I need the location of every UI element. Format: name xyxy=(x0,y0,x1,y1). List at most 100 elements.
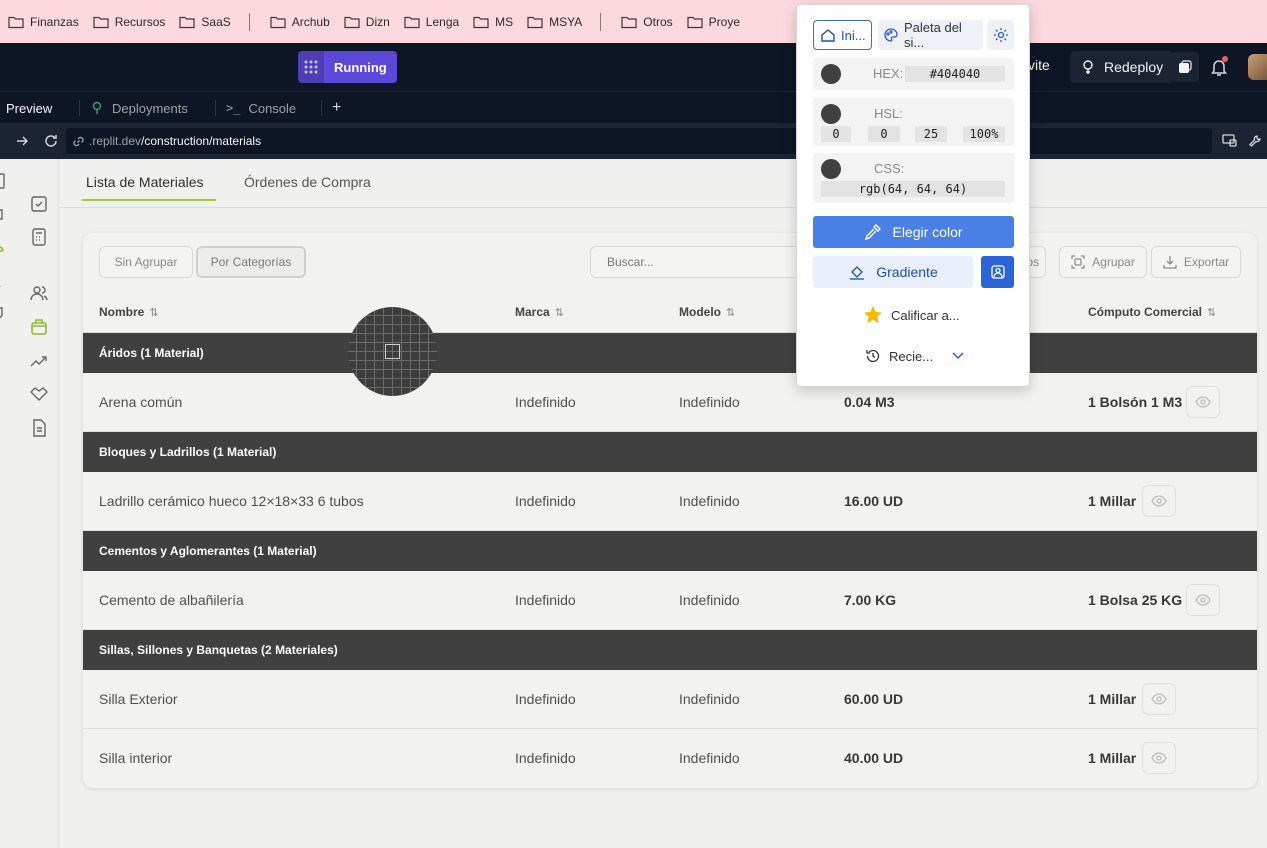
hex-label: HEX: xyxy=(873,66,904,81)
group-header: Bloques y Ladrillos (1 Material) xyxy=(83,432,1257,472)
cell-name: Arena común xyxy=(99,394,183,410)
shield-icon[interactable] xyxy=(0,304,12,324)
bookmark-folder[interactable]: Finanzas xyxy=(8,15,79,29)
calculator-icon[interactable] xyxy=(29,227,49,247)
handshake-icon[interactable] xyxy=(29,384,49,404)
view-eye-icon[interactable] xyxy=(1142,742,1176,774)
bookmark-folder[interactable]: MS xyxy=(473,15,513,29)
hsl-saturation[interactable]: 0 xyxy=(868,126,900,142)
rate-extension-label: Calificar a... xyxy=(891,307,960,323)
bookmark-folder[interactable]: SaaS xyxy=(179,15,231,29)
group-by-category-button[interactable]: Por Categorías xyxy=(196,246,306,278)
ruler-icon[interactable] xyxy=(0,271,12,291)
reload-icon[interactable] xyxy=(43,133,59,149)
picker-tab-palette-label: Paleta del si... xyxy=(904,20,962,50)
checklist-icon[interactable] xyxy=(29,194,49,214)
export-button[interactable]: Exportar xyxy=(1151,246,1241,278)
view-eye-icon[interactable] xyxy=(1142,683,1176,715)
css-value[interactable]: rgb(64, 64, 64) xyxy=(821,181,1005,197)
bookmark-folder[interactable]: Proye xyxy=(687,15,740,29)
column-header-commercial[interactable]: Cómputo Comercial ⇅ xyxy=(1088,305,1216,319)
folder-icon xyxy=(270,15,286,29)
run-status-button[interactable]: Running xyxy=(298,51,397,83)
column-header-model[interactable]: Modelo ⇅ xyxy=(679,305,735,319)
no-grouping-button[interactable]: Sin Agrupar xyxy=(99,246,193,278)
cell-quantity: 7.00 KG xyxy=(844,592,897,608)
wrench-icon[interactable] xyxy=(1248,134,1262,148)
collapse-icon[interactable] xyxy=(0,819,12,839)
sort-icon: ⇅ xyxy=(1207,306,1217,319)
column-brand-label: Marca xyxy=(515,305,550,319)
url-input[interactable]: .replit.dev/construction/materials xyxy=(66,128,1212,154)
document-icon[interactable] xyxy=(29,418,49,438)
bookmark-folder[interactable]: Recursos xyxy=(93,15,165,29)
hsl-hue[interactable]: 0 xyxy=(821,126,851,142)
folder-icon xyxy=(621,15,637,29)
star-icon xyxy=(863,305,883,325)
forward-icon[interactable] xyxy=(15,134,29,148)
cell-quantity: 60.00 UD xyxy=(844,691,904,707)
bookmark-label: Proye xyxy=(708,14,740,29)
gradient-button[interactable]: Gradiente xyxy=(813,256,973,288)
view-eye-icon[interactable] xyxy=(1186,584,1220,616)
column-header-name[interactable]: Nombre ⇅ xyxy=(99,305,159,319)
hsl-lightness[interactable]: 25 xyxy=(915,126,947,142)
search-input[interactable]: Buscar... xyxy=(590,246,810,278)
bookmark-folder[interactable]: MSYA xyxy=(527,15,582,29)
sort-icon: ⇅ xyxy=(726,306,736,319)
pick-color-button[interactable]: Elegir color xyxy=(813,216,1014,248)
users-icon[interactable] xyxy=(29,283,49,303)
cell-model: Indefinido xyxy=(679,592,740,608)
bookmark-label: MS xyxy=(495,14,514,29)
picker-tab-palette[interactable]: Paleta del si... xyxy=(878,20,983,50)
css-row: CSS: rgb(64, 64, 64) xyxy=(813,153,1014,203)
bookmark-separator xyxy=(600,12,602,31)
tab-console[interactable]: >_ Console xyxy=(216,92,322,124)
group-header: Áridos (1 Material) xyxy=(83,333,1257,373)
table-row[interactable]: Silla interior Indefinido Indefinido 40.… xyxy=(83,729,1257,788)
helmet-icon[interactable] xyxy=(0,237,12,257)
materials-box-icon[interactable] xyxy=(29,317,49,337)
settings-gear-icon[interactable] xyxy=(987,20,1014,50)
image-picker-icon[interactable] xyxy=(981,256,1014,288)
tab-materials-list[interactable]: Lista de Materiales xyxy=(86,174,204,190)
cell-commercial: 1 Bolsón 1 M3 xyxy=(1088,394,1183,410)
invite-button[interactable]: vite xyxy=(1028,57,1050,73)
group-icon xyxy=(1071,255,1085,269)
project-icon[interactable] xyxy=(0,204,12,224)
user-avatar[interactable] xyxy=(1248,54,1267,80)
tab-preview[interactable]: Preview xyxy=(6,92,80,124)
view-eye-icon[interactable] xyxy=(1142,485,1176,517)
bookmark-separator xyxy=(248,12,250,31)
picker-tab-home[interactable]: Ini... xyxy=(813,20,872,50)
table-row[interactable]: Arena común Indefinido Indefinido 0.04 M… xyxy=(83,373,1257,432)
hex-value[interactable]: #404040 xyxy=(905,66,1005,82)
window-toggle-button[interactable] xyxy=(1171,52,1199,82)
view-eye-icon[interactable] xyxy=(1186,386,1220,418)
redeploy-icon xyxy=(1080,59,1096,75)
redeploy-button[interactable]: Redeploy xyxy=(1070,51,1174,83)
bookmark-folder[interactable]: Lenga xyxy=(404,15,459,29)
trending-up-icon[interactable] xyxy=(29,351,49,371)
building-icon[interactable] xyxy=(0,171,12,191)
table-row[interactable]: Silla Exterior Indefinido Indefinido 60.… xyxy=(83,670,1257,729)
new-tab-button[interactable]: + xyxy=(332,92,341,124)
devtools-icon[interactable] xyxy=(1222,134,1238,148)
recent-colors-label: Recie... xyxy=(889,348,934,364)
bookmark-folder[interactable]: Otros xyxy=(621,15,673,29)
bookmark-folder[interactable]: Dizn xyxy=(344,15,390,29)
column-header-brand[interactable]: Marca ⇅ xyxy=(515,305,564,319)
preview-url-bar: .replit.dev/construction/materials xyxy=(0,123,1267,159)
gradient-bucket-icon xyxy=(848,263,866,281)
table-row[interactable]: Ladrillo cerámico hueco 12×18×33 6 tubos… xyxy=(83,472,1257,531)
rate-extension-link[interactable]: Calificar a... xyxy=(863,305,960,325)
tab-purchase-orders[interactable]: Órdenes de Compra xyxy=(244,174,371,190)
group-button[interactable]: Agrupar xyxy=(1059,246,1147,278)
bookmark-folder[interactable]: Archub xyxy=(270,15,330,29)
tab-deployments[interactable]: Deployments xyxy=(80,92,216,124)
recent-colors-toggle[interactable]: Recie... xyxy=(865,348,965,364)
tabs-divider xyxy=(59,207,1267,208)
hsl-alpha[interactable]: 100% xyxy=(963,126,1005,142)
table-row[interactable]: Cemento de albañilería Indefinido Indefi… xyxy=(83,571,1257,630)
sort-icon: ⇅ xyxy=(149,306,159,319)
